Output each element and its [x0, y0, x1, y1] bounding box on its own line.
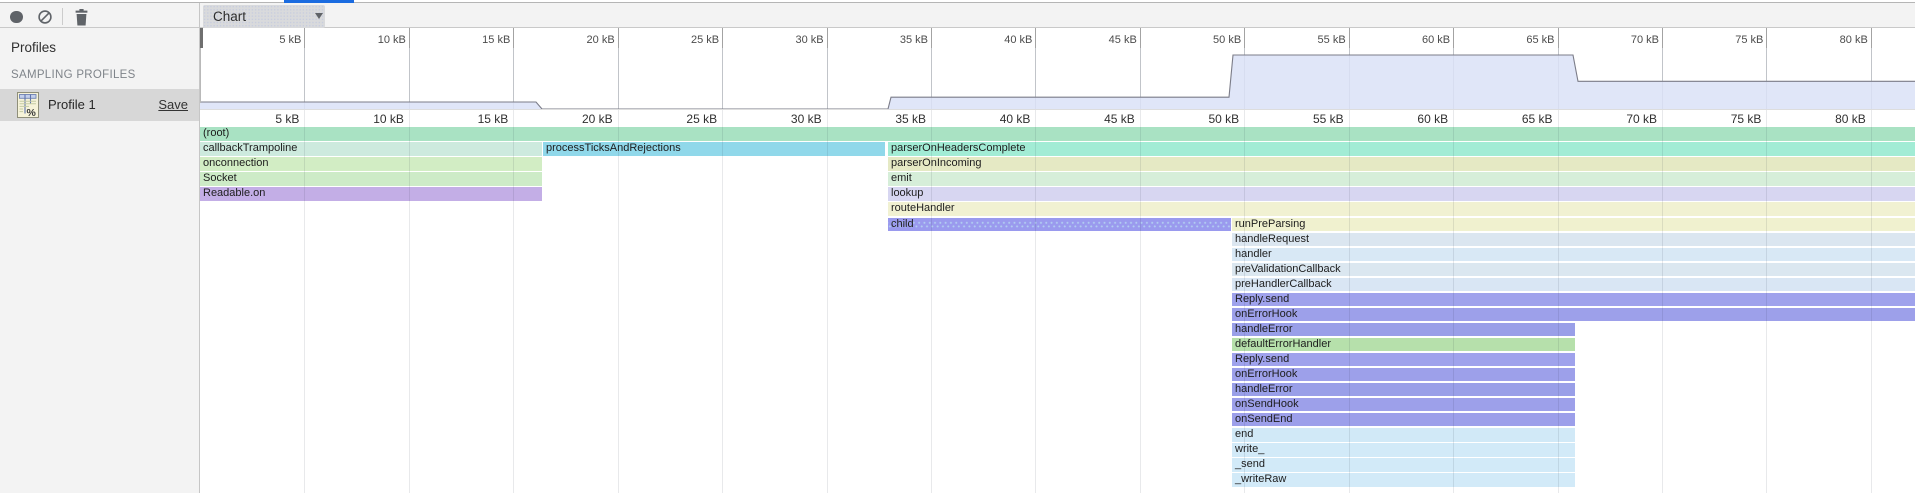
svg-text:%: % — [27, 107, 37, 119]
